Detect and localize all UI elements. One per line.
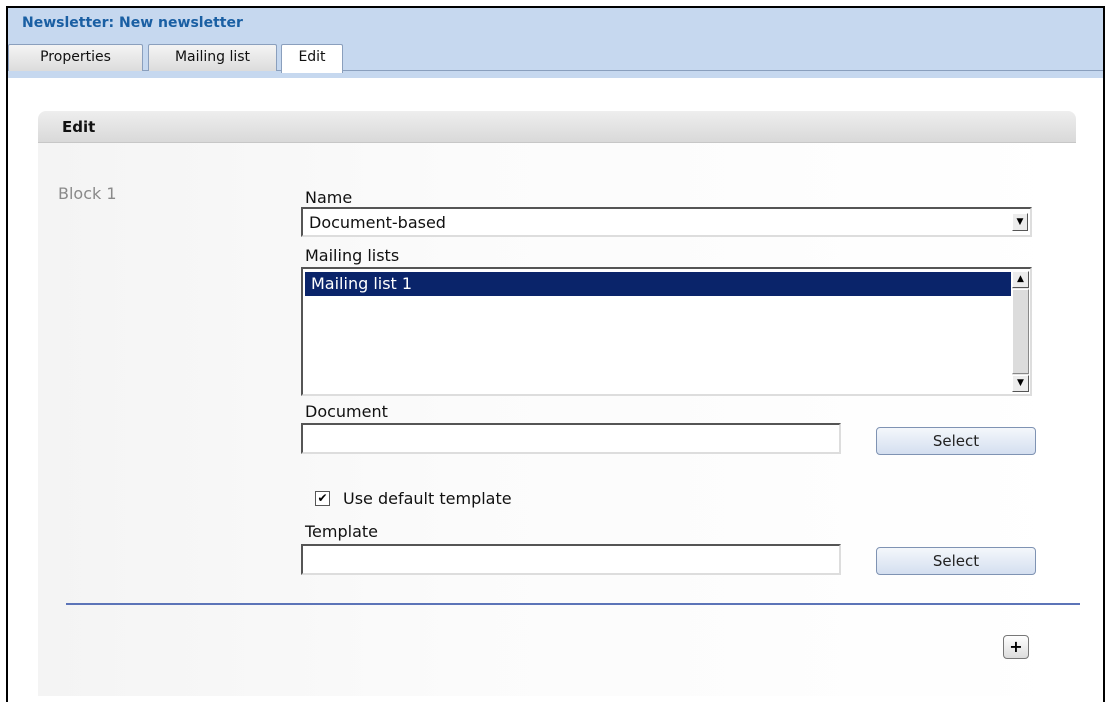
plus-icon: + [1009,637,1023,656]
tab-mailing-list[interactable]: Mailing list [148,44,277,71]
section-divider [66,603,1080,605]
add-block-button[interactable]: + [1003,635,1029,659]
arrow-up-icon[interactable]: ▲ [1012,271,1029,288]
name-select[interactable]: Document-based ▼ [301,207,1032,237]
template-label: Template [305,522,379,541]
checkmark-icon: ✔ [317,491,328,505]
list-item[interactable]: Mailing list 1 [305,272,1011,296]
arrow-down-icon[interactable]: ▼ [1012,375,1029,392]
template-select-button[interactable]: Select [876,547,1036,575]
document-input[interactable] [301,423,841,454]
mailing-lists-listbox[interactable]: Mailing list 1 ▲ ▼ [301,267,1032,396]
window-title: Newsletter: New newsletter [22,15,243,31]
mailing-lists-label: Mailing lists [305,246,400,265]
document-label: Document [305,402,388,421]
template-input[interactable] [301,544,841,575]
use-default-template-checkbox[interactable]: ✔ [315,491,330,506]
chevron-down-icon[interactable]: ▼ [1012,213,1028,231]
use-default-template-label: Use default template [343,489,512,508]
panel-title: Edit [62,118,96,136]
name-select-value: Document-based [309,213,446,232]
tab-edit[interactable]: Edit [281,44,343,73]
tab-properties[interactable]: Properties [8,44,143,71]
document-select-button[interactable]: Select [876,427,1036,455]
scrollbar-thumb[interactable] [1012,289,1029,374]
name-label: Name [305,188,353,207]
listbox-scrollbar[interactable]: ▲ ▼ [1012,271,1029,392]
block-label: Block 1 [58,184,117,203]
panel-header: Edit [38,111,1076,143]
